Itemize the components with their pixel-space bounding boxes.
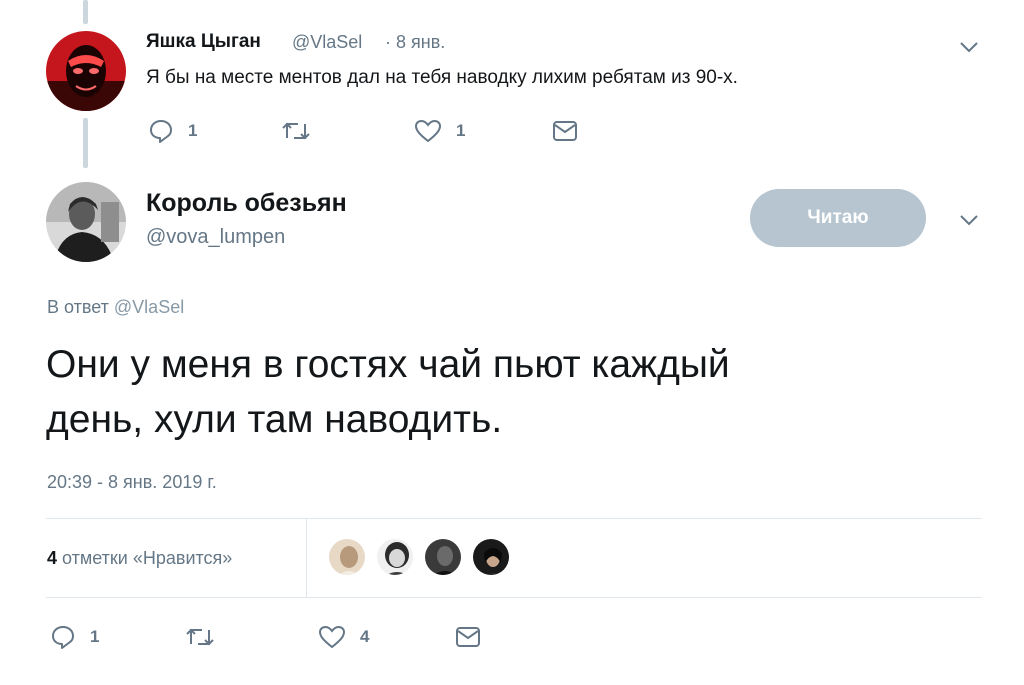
tweet-date[interactable]: · 8 янв. <box>385 32 445 53</box>
reply-button[interactable]: 1 <box>50 624 99 650</box>
follow-button[interactable]: Читаю <box>750 189 926 247</box>
tweet-timestamp[interactable]: 20:39 - 8 янв. 2019 г. <box>47 472 217 493</box>
divider <box>306 519 307 597</box>
retweet-button[interactable] <box>280 118 326 144</box>
reply-count: 1 <box>188 121 198 140</box>
divider <box>46 597 982 598</box>
like-button[interactable]: 4 <box>318 624 369 650</box>
liker-avatar[interactable] <box>327 537 367 577</box>
divider <box>46 518 982 519</box>
likes-label: отметки «Нравится» <box>62 548 233 568</box>
message-icon <box>553 121 577 141</box>
retweet-icon <box>186 628 214 646</box>
retweet-icon <box>282 122 310 140</box>
chevron-down-icon[interactable] <box>959 213 979 227</box>
chevron-down-icon[interactable] <box>959 40 979 54</box>
user-handle[interactable]: @vova_lumpen <box>146 226 285 249</box>
reply-button[interactable]: 1 <box>148 118 197 144</box>
likes-summary[interactable]: 4 отметки «Нравится» <box>47 548 232 569</box>
likes-count: 4 <box>47 548 58 568</box>
thread-line-top <box>83 0 88 24</box>
message-button[interactable] <box>455 625 481 649</box>
message-button[interactable] <box>552 119 578 143</box>
like-icon <box>414 119 442 143</box>
tweet-text: Я бы на месте ментов дал на тебя наводку… <box>146 67 738 88</box>
avatar[interactable] <box>46 31 126 111</box>
like-count: 4 <box>360 627 370 646</box>
avatar[interactable] <box>46 182 126 262</box>
user-handle[interactable]: @VlaSel <box>292 32 362 53</box>
retweet-button[interactable] <box>184 624 230 650</box>
liker-avatar[interactable] <box>423 537 463 577</box>
reply-icon <box>52 626 74 649</box>
tweet-text-line-1: Они у меня в гостях чай пьют каждый <box>46 343 730 386</box>
reply-count: 1 <box>90 627 100 646</box>
like-button[interactable]: 1 <box>414 118 465 144</box>
tweet-text-line-2: день, хули там наводить. <box>46 398 503 441</box>
reply-to-handle[interactable]: @VlaSel <box>114 297 184 317</box>
display-name[interactable]: Яшка Цыган <box>146 31 261 53</box>
like-icon <box>318 625 346 649</box>
like-count: 1 <box>456 121 466 140</box>
display-name[interactable]: Король обезьян <box>146 189 347 218</box>
thread-line-bottom <box>83 118 88 168</box>
reply-icon <box>150 120 172 143</box>
liker-avatar[interactable] <box>471 537 511 577</box>
reply-to-label: В ответ @VlaSel <box>47 297 184 318</box>
reply-to-prefix: В ответ <box>47 297 109 317</box>
liker-avatar[interactable] <box>375 537 415 577</box>
message-icon <box>456 627 480 647</box>
